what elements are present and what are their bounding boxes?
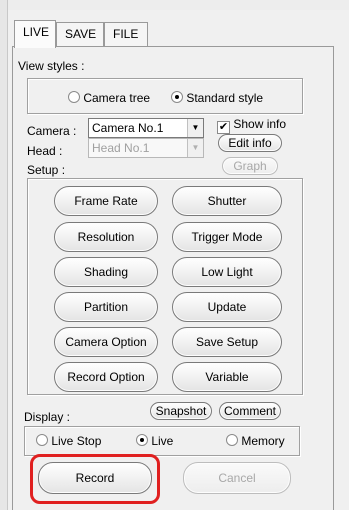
record-highlight-box — [30, 454, 160, 504]
head-label: Head : — [27, 144, 63, 158]
edit-info-label: Edit info — [228, 136, 272, 150]
trigger-mode-button[interactable]: Trigger Mode — [172, 222, 282, 252]
variable-label: Variable — [205, 370, 249, 384]
camera-option-label: Camera Option — [65, 335, 147, 349]
radio-memory[interactable]: Memory — [226, 434, 285, 448]
radio-standard-style-dot — [171, 91, 183, 103]
display-label: Display : — [24, 410, 71, 424]
comment-label: Comment — [223, 404, 276, 418]
snapshot-button[interactable]: Snapshot — [150, 402, 212, 420]
head-select[interactable]: Head No.1 ▼ — [88, 138, 204, 158]
snapshot-label: Snapshot — [155, 404, 207, 418]
radio-standard-style-label: Standard style — [186, 91, 264, 105]
graph-label: Graph — [233, 159, 267, 173]
head-select-value: Head No.1 — [92, 141, 150, 155]
setup-label: Setup : — [27, 163, 66, 177]
cancel-label: Cancel — [218, 471, 256, 485]
partition-label: Partition — [83, 300, 129, 314]
chevron-down-icon: ▼ — [187, 139, 203, 157]
show-info-checkbox[interactable]: ✔ Show info — [217, 117, 286, 134]
checkmark-icon: ✔ — [217, 121, 230, 134]
show-info-label: Show info — [233, 117, 287, 131]
save-setup-button[interactable]: Save Setup — [172, 327, 282, 357]
radio-live-label: Live — [151, 434, 174, 448]
radio-camera-tree-dot — [68, 91, 80, 103]
frame-rate-label: Frame Rate — [74, 194, 138, 208]
radio-standard-style[interactable]: Standard style — [171, 91, 263, 105]
graph-button[interactable]: Graph — [222, 157, 278, 175]
low-light-label: Low Light — [201, 265, 253, 279]
radio-live-stop[interactable]: Live Stop — [36, 434, 101, 448]
trigger-mode-label: Trigger Mode — [191, 230, 263, 244]
radio-memory-dot — [226, 434, 238, 446]
frame-rate-button[interactable]: Frame Rate — [54, 186, 158, 216]
comment-button[interactable]: Comment — [219, 402, 281, 420]
camera-select-value: Camera No.1 — [92, 121, 164, 135]
shutter-label: Shutter — [207, 194, 247, 208]
update-button[interactable]: Update — [172, 292, 282, 322]
radio-camera-tree-label: Camera tree — [83, 91, 151, 105]
record-option-button[interactable]: Record Option — [54, 362, 158, 392]
view-styles-label: View styles : — [18, 59, 85, 73]
resolution-label: Resolution — [77, 230, 135, 244]
save-setup-label: Save Setup — [195, 335, 259, 349]
radio-live-dot — [136, 434, 148, 446]
low-light-button[interactable]: Low Light — [172, 257, 282, 287]
camera-select[interactable]: Camera No.1 ▼ — [88, 118, 204, 138]
update-label: Update — [207, 300, 247, 314]
shading-label: Shading — [83, 265, 129, 279]
variable-button[interactable]: Variable — [172, 362, 282, 392]
chevron-down-icon: ▼ — [187, 119, 203, 137]
edit-info-button[interactable]: Edit info — [218, 134, 282, 152]
radio-live-stop-dot — [36, 434, 48, 446]
shading-button[interactable]: Shading — [54, 257, 158, 287]
resolution-button[interactable]: Resolution — [54, 222, 158, 252]
radio-live-stop-label: Live Stop — [51, 434, 102, 448]
camera-option-button[interactable]: Camera Option — [54, 327, 158, 357]
panel-content: View styles : Camera tree Standard style… — [0, 0, 349, 510]
record-option-label: Record Option — [67, 370, 145, 384]
radio-camera-tree[interactable]: Camera tree — [68, 91, 150, 105]
cancel-button[interactable]: Cancel — [183, 462, 291, 494]
partition-button[interactable]: Partition — [54, 292, 158, 322]
radio-live[interactable]: Live — [136, 434, 173, 448]
camera-label: Camera : — [27, 124, 77, 138]
shutter-button[interactable]: Shutter — [172, 186, 282, 216]
radio-memory-label: Memory — [241, 434, 285, 448]
